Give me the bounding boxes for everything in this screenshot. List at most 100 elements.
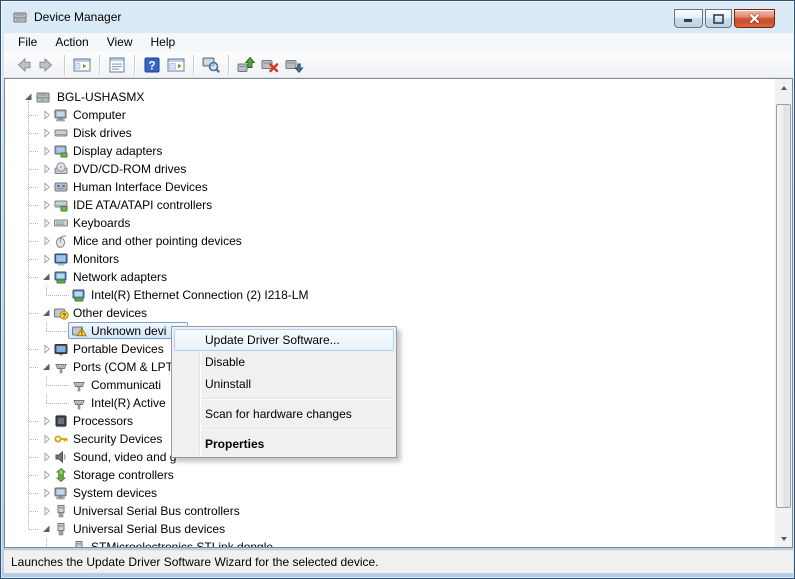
- tree-connector: [29, 457, 38, 458]
- disk-drive-icon: [53, 125, 69, 141]
- tree-item-intel-r-ethernet-connection-2-i218-lm[interactable]: Intel(R) Ethernet Connection (2) I218-LM: [5, 286, 756, 304]
- window-controls: [674, 9, 775, 28]
- properties-button[interactable]: [105, 54, 129, 76]
- title-bar[interactable]: Device Manager: [1, 1, 794, 33]
- tree-connector: [29, 187, 38, 188]
- tree-connector: [46, 403, 69, 404]
- device-tree: STMicroelectronics STLink dongleUniversa…: [4, 78, 793, 548]
- update-driver-button[interactable]: [234, 54, 258, 76]
- tree-item-human-interface-devices[interactable]: Human Interface Devices: [5, 178, 756, 196]
- menu-item-properties[interactable]: Properties: [174, 433, 394, 455]
- processor-icon: [53, 413, 69, 429]
- tree-item-dvd-cd-rom-drives[interactable]: DVD/CD-ROM drives: [5, 160, 756, 178]
- tree-item-display-adapters[interactable]: Display adapters: [5, 142, 756, 160]
- forward-button[interactable]: [35, 54, 59, 76]
- menu-item-disable[interactable]: Disable: [174, 351, 394, 373]
- maximize-icon: [713, 14, 724, 24]
- tree-connector: [29, 367, 38, 368]
- scroll-up-button[interactable]: [775, 79, 792, 96]
- tree-connector: [29, 421, 38, 422]
- svg-text:?: ?: [62, 313, 66, 320]
- show-console-tree-button[interactable]: [70, 54, 94, 76]
- tree-item-monitors[interactable]: Monitors: [5, 250, 756, 268]
- scrollbar-thumb[interactable]: [776, 104, 791, 508]
- window-title: Device Manager: [34, 10, 121, 24]
- menu-separator: [203, 428, 394, 429]
- tree-connector: [29, 259, 38, 260]
- tree-item-mice-and-other-pointing-devices[interactable]: Mice and other pointing devices: [5, 232, 756, 250]
- menu-item-label: Uninstall: [205, 377, 251, 391]
- menu-file[interactable]: File: [9, 34, 46, 51]
- tree-item-stmicroelectronics-stlink-dongle[interactable]: STMicroelectronics STLink dongle: [5, 538, 756, 548]
- tree-item-other-devices[interactable]: ?Other devices: [5, 304, 756, 322]
- network-adapter-icon: [53, 269, 69, 285]
- tree-connector: [29, 133, 38, 134]
- context-menu: Update Driver Software...Disable Uninstal…: [171, 326, 397, 458]
- action-pane-icon: [166, 55, 186, 75]
- tree-item-bgl-ushasmx[interactable]: BGL-USHASMX: [5, 88, 756, 106]
- tree-item-label: Mice and other pointing devices: [73, 232, 242, 250]
- tree-connector: [46, 394, 47, 403]
- toolbar-separator: [228, 55, 229, 75]
- action-pane-button[interactable]: [164, 54, 188, 76]
- tree-item-keyboards[interactable]: Keyboards: [5, 214, 756, 232]
- close-button[interactable]: [734, 9, 775, 28]
- tree-item-computer[interactable]: Computer: [5, 106, 756, 124]
- tree-item-disk-drives[interactable]: Disk drives: [5, 124, 756, 142]
- serial-port-icon: [53, 359, 69, 375]
- properties-icon: [107, 55, 127, 75]
- monitor-icon: [53, 251, 69, 267]
- maximize-button[interactable]: [705, 9, 732, 28]
- tree-item-label: Communicati: [91, 376, 161, 394]
- tree-item-label: Computer: [73, 106, 126, 124]
- uninstall-device-button[interactable]: [258, 54, 282, 76]
- tree-connector: [29, 115, 38, 116]
- menu-action[interactable]: Action: [46, 34, 97, 51]
- back-button[interactable]: [11, 54, 35, 76]
- tree-item-system-devices[interactable]: System devices: [5, 484, 756, 502]
- scan-hardware-changes-icon: [201, 55, 221, 75]
- tree-item-ide-ata-atapi-controllers[interactable]: IDE ATA/ATAPI controllers: [5, 196, 756, 214]
- workstation-icon: [35, 89, 51, 105]
- scroll-down-button[interactable]: [775, 530, 792, 547]
- device-manager-icon: [12, 9, 28, 25]
- uninstall-device-icon: [260, 55, 280, 75]
- tree-item-label: System devices: [73, 484, 157, 502]
- svg-text:?: ?: [148, 60, 155, 72]
- menu-item-label: Scan for hardware changes: [205, 407, 352, 421]
- menu-item-scan-for-hardware-changes[interactable]: Scan for hardware changes: [174, 403, 394, 425]
- scan-hardware-changes-button[interactable]: [199, 54, 223, 76]
- tree-connector: [46, 538, 47, 547]
- tree-guide-line: [28, 101, 29, 529]
- menu-view[interactable]: View: [98, 34, 142, 51]
- tree-item-universal-serial-bus-devices[interactable]: Universal Serial Bus devices: [5, 520, 756, 538]
- tree-item-storage-controllers[interactable]: Storage controllers: [5, 466, 756, 484]
- tree-connector: [46, 385, 69, 386]
- ide-controller-icon: [53, 197, 69, 213]
- tree-item-label: STMicroelectronics STLink dongle: [91, 538, 273, 548]
- back-icon: [13, 55, 33, 75]
- tree-connector: [29, 205, 38, 206]
- portable-device-icon: [53, 341, 69, 357]
- triangle-down-icon: [781, 537, 787, 541]
- tree-item-label: IDE ATA/ATAPI controllers: [73, 196, 212, 214]
- sound-icon: [53, 449, 69, 465]
- tree-connector: [46, 295, 69, 296]
- tree-item-label: Sound, video and g: [73, 448, 176, 466]
- mouse-icon: [53, 233, 69, 249]
- menu-help[interactable]: Help: [142, 34, 185, 51]
- menu-item-uninstall[interactable]: Uninstall: [174, 373, 394, 395]
- minimize-button[interactable]: [674, 9, 703, 28]
- tree-item-label: Intel(R) Active: [91, 394, 166, 412]
- usb-icon: [53, 521, 69, 537]
- help-button[interactable]: ?: [140, 54, 164, 76]
- unknown-device-icon: [71, 323, 87, 339]
- tree-item-universal-serial-bus-controllers[interactable]: Universal Serial Bus controllers: [5, 502, 756, 520]
- tree-item-label: Monitors: [73, 250, 119, 268]
- disable-device-button[interactable]: [282, 54, 306, 76]
- vertical-scrollbar[interactable]: [775, 79, 792, 547]
- menu-item-update-driver-software[interactable]: Update Driver Software...: [174, 329, 394, 351]
- tree-item-label: Disk drives: [73, 124, 132, 142]
- tree-connector: [46, 376, 47, 385]
- tree-item-network-adapters[interactable]: Network adapters: [5, 268, 756, 286]
